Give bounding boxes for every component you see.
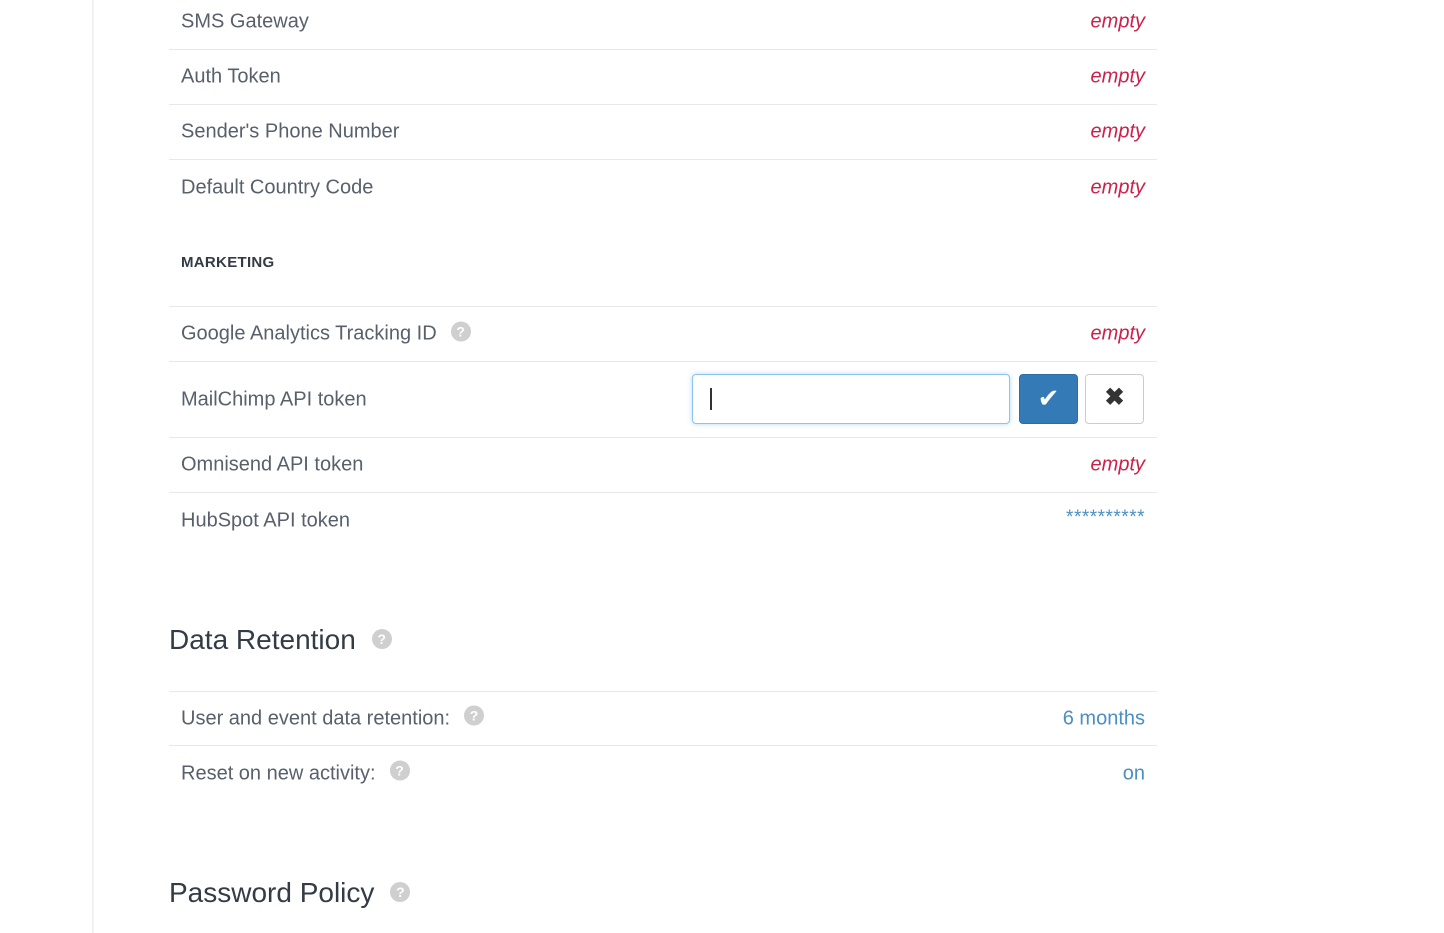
save-button[interactable]: ✔ bbox=[1019, 374, 1078, 424]
default-country-code-value[interactable]: empty bbox=[1091, 176, 1145, 199]
google-analytics-label: Google Analytics Tracking ID? bbox=[181, 321, 471, 346]
reset-on-activity-row: Reset on new activity:? on bbox=[169, 746, 1157, 801]
auth-token-value[interactable]: empty bbox=[1091, 66, 1145, 89]
auth-token-label: Auth Token bbox=[181, 65, 281, 88]
sms-gateway-row: SMS Gateway empty bbox=[169, 0, 1157, 50]
sms-gateway-label: SMS Gateway bbox=[181, 10, 309, 33]
help-icon[interactable]: ? bbox=[390, 881, 411, 902]
cancel-button[interactable]: ✖ bbox=[1085, 374, 1144, 424]
sidebar-divider bbox=[92, 0, 94, 933]
mailchimp-row: MailChimp API token ✔ ✖ bbox=[169, 362, 1157, 438]
close-icon: ✖ bbox=[1104, 384, 1125, 411]
omnisend-label: Omnisend API token bbox=[181, 453, 364, 476]
help-icon[interactable]: ? bbox=[464, 705, 485, 726]
reset-on-activity-value[interactable]: on bbox=[1123, 762, 1145, 785]
google-analytics-row: Google Analytics Tracking ID? empty bbox=[169, 307, 1157, 362]
hubspot-value[interactable]: ********** bbox=[1066, 507, 1145, 529]
sender-phone-value[interactable]: empty bbox=[1091, 121, 1145, 144]
sender-phone-label: Sender's Phone Number bbox=[181, 120, 400, 143]
help-icon[interactable]: ? bbox=[450, 321, 471, 342]
default-country-code-label: Default Country Code bbox=[181, 176, 374, 198]
text-cursor bbox=[710, 388, 712, 410]
google-analytics-value[interactable]: empty bbox=[1091, 323, 1145, 346]
omnisend-value[interactable]: empty bbox=[1091, 454, 1145, 477]
sms-settings-group: SMS Gateway empty Auth Token empty Sende… bbox=[169, 0, 1157, 215]
sender-phone-row: Sender's Phone Number empty bbox=[169, 105, 1157, 160]
help-icon[interactable]: ? bbox=[389, 760, 410, 781]
hubspot-label: HubSpot API token bbox=[181, 509, 351, 531]
sms-gateway-value[interactable]: empty bbox=[1091, 11, 1145, 34]
marketing-heading: MARKETING bbox=[181, 254, 275, 271]
data-retention-row: User and event data retention:? 6 months bbox=[169, 691, 1157, 746]
auth-token-row: Auth Token empty bbox=[169, 50, 1157, 105]
marketing-settings-group: MARKETING Google Analytics Tracking ID? … bbox=[169, 215, 1157, 548]
data-retention-title: Data Retention? bbox=[169, 624, 392, 656]
check-icon: ✔ bbox=[1037, 383, 1060, 413]
default-country-code-row: Default Country Code empty bbox=[169, 160, 1157, 215]
reset-on-activity-label: Reset on new activity:? bbox=[181, 760, 410, 785]
mailchimp-label: MailChimp API token bbox=[181, 388, 367, 410]
password-policy-title: Password Policy? bbox=[169, 877, 411, 909]
data-retention-title-text: Data Retention bbox=[169, 624, 356, 655]
settings-page: SMS Gateway empty Auth Token empty Sende… bbox=[0, 0, 1444, 933]
data-retention-label: User and event data retention:? bbox=[181, 705, 485, 730]
help-icon[interactable]: ? bbox=[371, 628, 392, 649]
hubspot-row: HubSpot API token ********** bbox=[169, 493, 1157, 548]
data-retention-group: User and event data retention:? 6 months… bbox=[169, 691, 1157, 801]
data-retention-label-text: User and event data retention: bbox=[181, 707, 451, 729]
omnisend-row: Omnisend API token empty bbox=[169, 438, 1157, 493]
reset-on-activity-label-text: Reset on new activity: bbox=[181, 762, 376, 784]
data-retention-value[interactable]: 6 months bbox=[1063, 707, 1145, 730]
password-policy-title-text: Password Policy bbox=[169, 877, 375, 908]
mailchimp-token-input[interactable] bbox=[692, 374, 1010, 424]
google-analytics-label-text: Google Analytics Tracking ID bbox=[181, 322, 437, 345]
marketing-subheader: MARKETING bbox=[169, 215, 1157, 307]
